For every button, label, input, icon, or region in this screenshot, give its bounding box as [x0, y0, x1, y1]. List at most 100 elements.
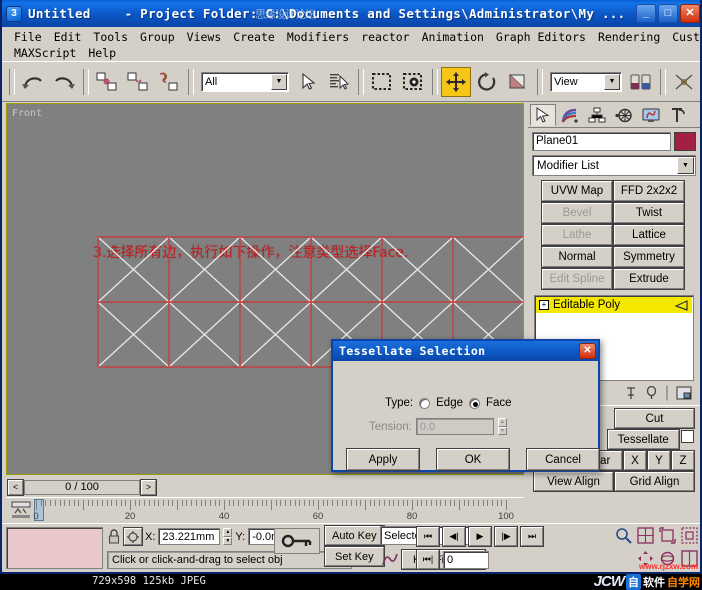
time-slider-track[interactable] [156, 480, 522, 495]
absolute-relative-toggle-icon[interactable] [123, 527, 143, 546]
modifier-list-dropdown[interactable]: Modifier List ▼ [532, 155, 696, 176]
set-key-button[interactable]: Set Key [324, 546, 385, 567]
mini-listener-pane[interactable] [6, 527, 103, 569]
next-frame-icon[interactable]: |▶ [494, 526, 518, 547]
modifier-button-uvw-map[interactable]: UVW Map [541, 180, 613, 202]
chevron-down-icon[interactable]: ▼ [677, 157, 694, 174]
modifier-button-ffd-2x2x2[interactable]: FFD 2x2x2 [613, 180, 685, 202]
current-frame-display[interactable]: 0 / 100 [24, 479, 140, 495]
key-mode-toggle-icon[interactable]: ⏮| [416, 549, 440, 570]
menu-edit[interactable]: Edit [48, 30, 88, 44]
undo-icon[interactable] [18, 67, 48, 97]
maximize-button[interactable]: □ [658, 4, 678, 23]
zoom-icon[interactable] [615, 527, 632, 544]
modifier-button-extrude[interactable]: Extrude [613, 268, 685, 290]
tessellate-settings-checkbox[interactable] [681, 430, 694, 443]
menu-views[interactable]: Views [181, 30, 228, 44]
select-by-name-icon[interactable] [324, 67, 354, 97]
menu-rendering[interactable]: Rendering [592, 30, 666, 44]
dialog-close-button[interactable]: ✕ [579, 343, 596, 359]
frame-number-field[interactable]: 0 [443, 550, 489, 569]
zoom-all-icon[interactable] [637, 527, 654, 544]
menu-help[interactable]: Help [82, 46, 122, 60]
modifier-button-twist[interactable]: Twist [613, 202, 685, 224]
go-to-start-icon[interactable]: ⏮ [416, 526, 440, 547]
zoom-extents-icon[interactable] [659, 527, 676, 544]
menu-tools[interactable]: Tools [87, 30, 134, 44]
menu-file[interactable]: File [8, 30, 48, 44]
radio-edge-label[interactable]: Edge [436, 397, 463, 409]
select-and-scale-icon[interactable] [503, 67, 533, 97]
utilities-tab[interactable] [665, 104, 691, 126]
show-end-result-icon[interactable] [645, 385, 658, 400]
mirror-icon[interactable] [669, 67, 699, 97]
reference-coordinate-system-combo[interactable]: View ▼ [550, 71, 622, 92]
create-tab[interactable] [530, 104, 556, 126]
radio-face-label[interactable]: Face [486, 397, 512, 409]
menu-create[interactable]: Create [227, 30, 281, 44]
select-object-icon[interactable] [293, 67, 323, 97]
menu-animation[interactable]: Animation [416, 30, 490, 44]
menu-group[interactable]: Group [134, 30, 181, 44]
menu-modifiers[interactable]: Modifiers [281, 30, 355, 44]
grid-align-button[interactable]: Grid Align [614, 471, 695, 492]
bind-to-space-warp-icon[interactable] [154, 67, 184, 97]
planar-x-button[interactable]: X [623, 450, 647, 471]
expand-icon[interactable]: + [539, 300, 549, 310]
ok-button[interactable]: OK [436, 448, 510, 471]
cut-button[interactable]: Cut [614, 408, 695, 429]
modifier-button-bevel[interactable]: Bevel [541, 202, 613, 224]
apply-button[interactable]: Apply [346, 448, 420, 471]
track-bar[interactable]: 0 20 40 60 80 100 [6, 497, 524, 523]
next-frame-arrow[interactable]: > [140, 478, 157, 496]
lock-selection-icon[interactable] [107, 528, 121, 546]
menu-customize[interactable]: Customize [666, 30, 700, 44]
planar-y-button[interactable]: Y [647, 450, 671, 471]
modifier-button-lattice[interactable]: Lattice [613, 224, 685, 246]
chevron-down-icon[interactable]: ▼ [271, 73, 287, 90]
zoom-region-icon[interactable] [681, 527, 698, 544]
planar-z-button[interactable]: Z [671, 450, 695, 471]
display-tab[interactable] [638, 104, 664, 126]
unlink-selection-icon[interactable] [123, 67, 153, 97]
play-animation-icon[interactable]: ▶ [468, 526, 492, 547]
use-pivot-point-center-icon[interactable] [626, 67, 656, 97]
configure-sets-icon[interactable] [676, 386, 692, 400]
window-crossing-icon[interactable] [398, 67, 428, 97]
modify-tab[interactable] [557, 104, 583, 126]
previous-frame-icon[interactable]: ◀| [442, 526, 466, 547]
rectangular-selection-region-icon[interactable] [367, 67, 397, 97]
key-mode-icon[interactable] [274, 528, 320, 554]
modifier-button-edit-spline[interactable]: Edit Spline [541, 268, 613, 290]
redo-icon[interactable] [49, 67, 79, 97]
tessellate-button[interactable]: Tessellate [606, 429, 680, 450]
menu-reactor[interactable]: reactor [355, 30, 415, 44]
modifier-button-symmetry[interactable]: Symmetry [613, 246, 685, 268]
previous-frame-arrow[interactable]: < [7, 478, 24, 496]
select-and-move-icon[interactable] [441, 66, 471, 97]
menu-maxscript[interactable]: MAXScript [8, 46, 82, 60]
set-key-filter-curve-icon[interactable] [380, 550, 400, 569]
x-coord-field[interactable]: 23.221mm [158, 528, 221, 545]
auto-key-button[interactable]: Auto Key [324, 525, 385, 546]
x-spinner[interactable]: ▲ ▼ [223, 528, 233, 545]
select-and-link-icon[interactable] [92, 67, 122, 97]
pin-stack-icon[interactable] [624, 386, 638, 400]
modifier-button-lathe[interactable]: Lathe [541, 224, 613, 246]
selection-filter-combo[interactable]: All ▼ [201, 71, 289, 92]
modifier-button-normal[interactable]: Normal [541, 246, 613, 268]
chevron-down-icon[interactable]: ▼ [604, 73, 620, 90]
radio-face[interactable] [469, 397, 480, 409]
object-name-field[interactable]: Plane01 [532, 132, 671, 151]
radio-edge[interactable] [419, 397, 431, 409]
go-to-end-icon[interactable]: ⏭ [520, 526, 544, 547]
select-and-rotate-icon[interactable] [472, 67, 502, 97]
open-mini-curve-editor-icon[interactable] [10, 501, 32, 519]
hierarchy-tab[interactable] [584, 104, 610, 126]
minimize-button[interactable]: _ [636, 4, 656, 23]
menu-graph-editors[interactable]: Graph Editors [490, 30, 592, 44]
cancel-button[interactable]: Cancel [526, 448, 600, 471]
stack-item-editable-poly[interactable]: + Editable Poly [536, 297, 692, 313]
close-button[interactable]: ✕ [680, 4, 700, 23]
object-color-swatch[interactable] [674, 132, 696, 151]
